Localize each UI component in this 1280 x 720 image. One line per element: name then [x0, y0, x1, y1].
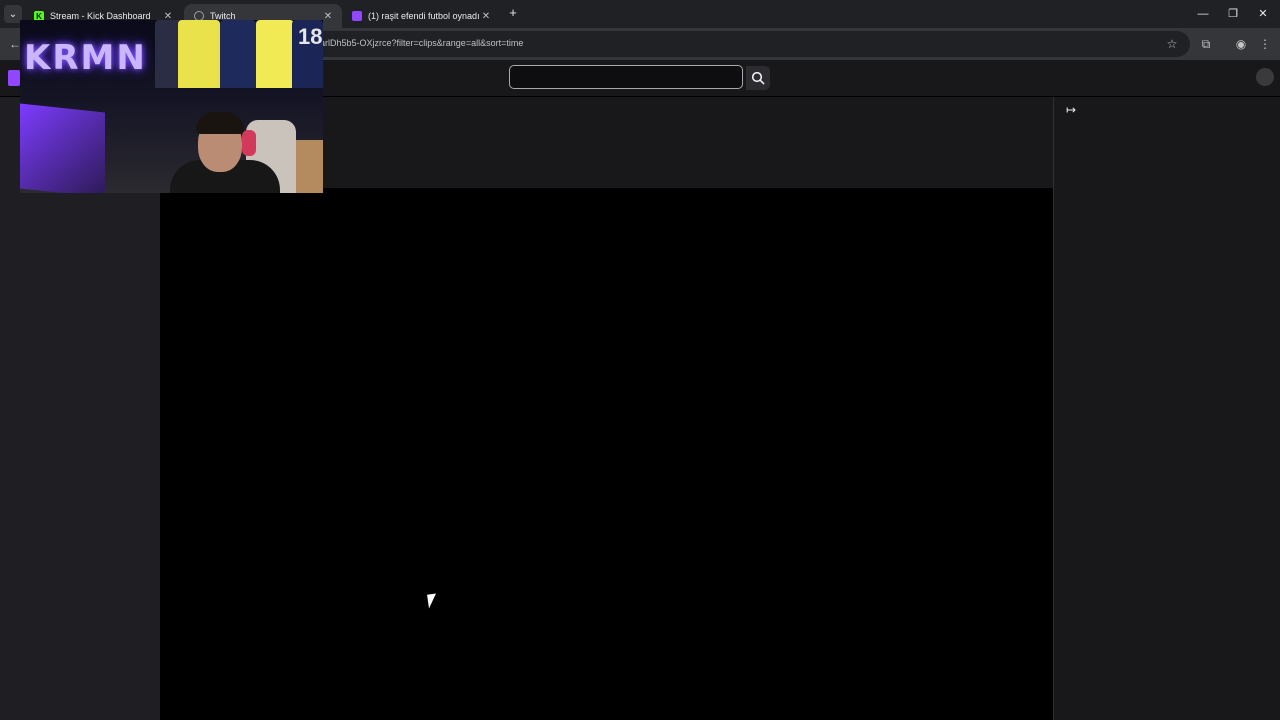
extensions-icon[interactable]: ⧉ [1197, 35, 1215, 53]
jersey-decor [220, 20, 256, 88]
profile-icon[interactable]: ◉ [1232, 35, 1250, 53]
search-input[interactable] [509, 65, 743, 89]
person-hair [196, 112, 244, 134]
tab-label: (1) raşit efendi futbol oynadığı [368, 11, 480, 21]
jersey-decor [256, 20, 294, 88]
twitch-logo-icon[interactable] [8, 70, 20, 86]
chat-panel [1053, 97, 1280, 720]
twitch-icon [352, 11, 362, 21]
search-button[interactable] [746, 66, 770, 90]
window-close-button[interactable]: ✕ [1248, 4, 1278, 24]
mouse-cursor-icon [427, 593, 438, 609]
close-icon[interactable]: ✕ [322, 11, 334, 22]
new-tab-button[interactable]: + [506, 6, 520, 20]
monitor-decor [20, 103, 105, 193]
restore-button[interactable]: ❐ [1218, 4, 1248, 24]
bookmark-star-icon[interactable]: ☆ [1163, 35, 1181, 53]
collapse-chat-icon[interactable]: ↦ [1063, 102, 1079, 118]
user-avatar[interactable] [1256, 68, 1274, 86]
clips-content-area [160, 188, 1053, 720]
menu-icon[interactable]: ⋮ [1256, 35, 1274, 53]
minimize-button[interactable]: — [1188, 4, 1218, 24]
jersey-number: 18 [298, 24, 323, 49]
neon-sign: KRMN [24, 38, 147, 78]
headset-decor [242, 130, 256, 156]
url-text[interactable]: arlDh5b5-OXjzrce?filter=clips&range=all&… [320, 38, 523, 48]
tab-youtube-video[interactable]: (1) raşit efendi futbol oynadığı ✕ [342, 4, 500, 28]
search-icon [751, 71, 765, 85]
chevron-down-icon: ⌄ [8, 8, 18, 20]
webcam-overlay: 18 KRMN [20, 20, 323, 193]
jersey-decor [178, 20, 220, 88]
close-icon[interactable]: ✕ [480, 11, 492, 22]
